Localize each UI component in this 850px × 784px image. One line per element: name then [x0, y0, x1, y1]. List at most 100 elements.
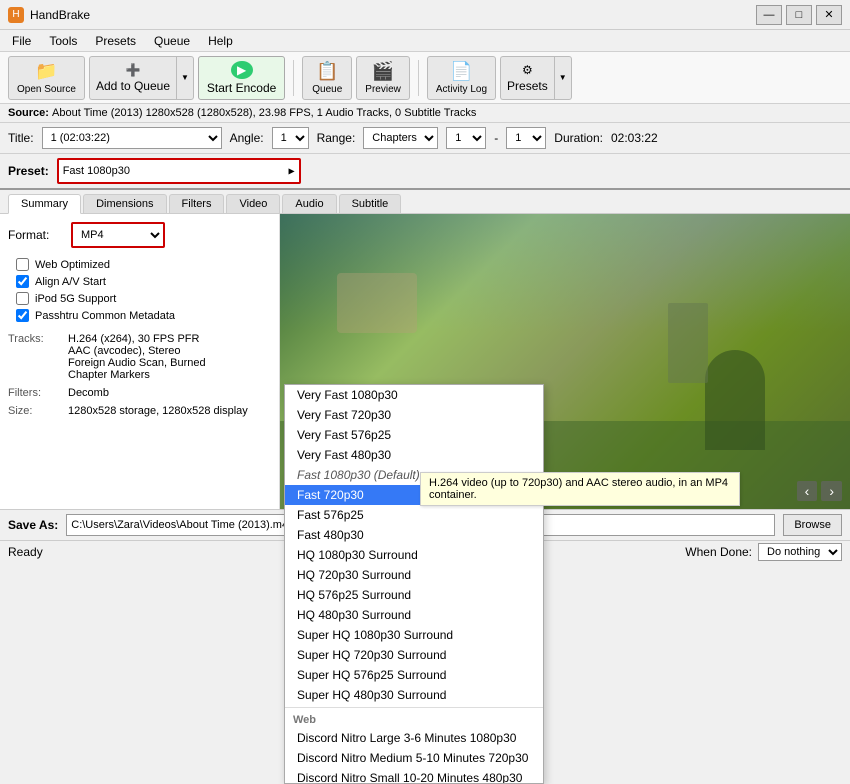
preset-row: Preset: Fast 1080p30 ▶ — [0, 154, 850, 190]
menu-help[interactable]: Help — [200, 32, 241, 50]
tracks-row: Tracks: H.264 (x264), 30 FPS PFR AAC (av… — [8, 332, 271, 382]
ipod-support-row: iPod 5G Support — [8, 290, 271, 307]
toolbar: 📁 Open Source ➕ Add to Queue ▼ ▶ Start E… — [0, 52, 850, 104]
range-label: Range: — [317, 131, 356, 145]
tab-dimensions[interactable]: Dimensions — [83, 194, 166, 213]
preset-item-super-hq-480[interactable]: Super HQ 480p30 Surround — [285, 685, 543, 705]
preset-item-very-fast-1080[interactable]: Very Fast 1080p30 — [285, 385, 543, 405]
source-label: Source: — [8, 107, 52, 119]
menu-presets[interactable]: Presets — [87, 32, 144, 50]
passthrough-meta-checkbox[interactable] — [16, 309, 29, 322]
preset-item-discord-medium[interactable]: Discord Nitro Medium 5-10 Minutes 720p30 — [285, 748, 543, 768]
presets-button[interactable]: ⚙ Presets — [500, 56, 554, 100]
web-optimized-label: Web Optimized — [35, 259, 110, 271]
preview-button[interactable]: 🎬 Preview — [356, 56, 410, 100]
title-select[interactable]: 1 (02:03:22) — [42, 127, 222, 149]
browse-button[interactable]: Browse — [783, 514, 842, 536]
add-to-queue-arrow[interactable]: ▼ — [176, 56, 194, 100]
title-row: Title: 1 (02:03:22) Angle: 1 Range: Chap… — [0, 123, 850, 154]
tab-video[interactable]: Video — [226, 194, 280, 213]
web-optimized-checkbox[interactable] — [16, 258, 29, 271]
close-button[interactable]: ✕ — [816, 5, 842, 25]
preset-item-hq-480[interactable]: HQ 480p30 Surround — [285, 605, 543, 625]
toolbar-divider-1 — [293, 60, 294, 96]
open-source-label: Open Source — [17, 84, 76, 95]
activity-log-button[interactable]: 📄 Activity Log — [427, 56, 496, 100]
menu-queue[interactable]: Queue — [146, 32, 198, 50]
filters-row: Filters: Decomb — [8, 386, 271, 400]
title-label: Title: — [8, 131, 34, 145]
presets-arrow[interactable]: ▼ — [554, 56, 572, 100]
preset-item-hq-576[interactable]: HQ 576p25 Surround — [285, 585, 543, 605]
menu-bar: File Tools Presets Queue Help — [0, 30, 850, 52]
align-av-checkbox[interactable] — [16, 275, 29, 288]
align-av-row: Align A/V Start — [8, 273, 271, 290]
preset-item-discord-small[interactable]: Discord Nitro Small 10-20 Minutes 480p30 — [285, 768, 543, 784]
tooltip-text: H.264 video (up to 720p30) and AAC stere… — [429, 477, 728, 501]
start-encode-button[interactable]: ▶ Start Encode — [198, 56, 285, 100]
preview-next-button[interactable]: › — [821, 481, 842, 501]
preset-item-fast-576[interactable]: Fast 576p25 — [285, 505, 543, 525]
add-to-queue-button[interactable]: ➕ Add to Queue — [89, 56, 176, 100]
range-type-select[interactable]: Chapters — [363, 127, 438, 149]
preset-item-discord-large[interactable]: Discord Nitro Large 3-6 Minutes 1080p30 — [285, 728, 543, 748]
start-encode-label: Start Encode — [207, 81, 276, 95]
format-label: Format: — [8, 228, 63, 242]
open-source-button[interactable]: 📁 Open Source — [8, 56, 85, 100]
start-encode-icon: ▶ — [231, 61, 253, 79]
size-value: 1280x528 storage, 1280x528 display — [68, 405, 248, 417]
tracks-line-2: AAC (avcodec), Stereo — [68, 345, 206, 357]
preset-select[interactable]: Fast 1080p30 — [59, 160, 299, 182]
preset-dropdown: Very Fast 1080p30 Very Fast 720p30 Very … — [284, 384, 544, 784]
tab-audio[interactable]: Audio — [282, 194, 336, 213]
preset-item-super-hq-720[interactable]: Super HQ 720p30 Surround — [285, 645, 543, 665]
queue-button[interactable]: 📋 Queue — [302, 56, 352, 100]
preset-item-very-fast-720[interactable]: Very Fast 720p30 — [285, 405, 543, 425]
when-done-section: When Done: Do nothing — [685, 543, 842, 561]
menu-file[interactable]: File — [4, 32, 39, 50]
source-bar: Source: About Time (2013) 1280x528 (1280… — [0, 104, 850, 123]
chapter-from-select[interactable]: 1 — [446, 127, 486, 149]
format-select[interactable]: MP4 MKV — [73, 224, 163, 246]
preview-prev-button[interactable]: ‹ — [797, 481, 818, 501]
preset-item-very-fast-576[interactable]: Very Fast 576p25 — [285, 425, 543, 445]
queue-icon: 📋 — [316, 61, 338, 82]
tab-filters[interactable]: Filters — [169, 194, 225, 213]
add-to-queue-label: Add to Queue — [96, 79, 170, 93]
size-row: Size: 1280x528 storage, 1280x528 display — [8, 404, 271, 418]
maximize-button[interactable]: □ — [786, 5, 812, 25]
preset-item-super-hq-1080[interactable]: Super HQ 1080p30 Surround — [285, 625, 543, 645]
preset-label: Preset: — [8, 164, 49, 178]
presets-group: ⚙ Presets ▼ — [500, 56, 572, 100]
source-value: About Time (2013) 1280x528 (1280x528), 2… — [52, 107, 476, 119]
tabs-row: Summary Dimensions Filters Video Audio S… — [0, 190, 850, 214]
preset-item-very-fast-480[interactable]: Very Fast 480p30 — [285, 445, 543, 465]
activity-log-icon: 📄 — [450, 61, 472, 82]
minimize-button[interactable]: — — [756, 5, 782, 25]
tab-subtitle[interactable]: Subtitle — [339, 194, 402, 213]
preset-item-super-hq-576[interactable]: Super HQ 576p25 Surround — [285, 665, 543, 685]
app-icon: H — [8, 7, 24, 23]
angle-label: Angle: — [230, 131, 264, 145]
save-as-label: Save As: — [8, 518, 58, 532]
preset-item-hq-720[interactable]: HQ 720p30 Surround — [285, 565, 543, 585]
angle-select[interactable]: 1 — [272, 127, 309, 149]
align-av-label: Align A/V Start — [35, 276, 106, 288]
preset-item-fast-480[interactable]: Fast 480p30 — [285, 525, 543, 545]
tracks-line-1: H.264 (x264), 30 FPS PFR — [68, 333, 206, 345]
preview-navigation: ‹ › — [797, 481, 842, 501]
preset-item-hq-1080[interactable]: HQ 1080p30 Surround — [285, 545, 543, 565]
when-done-select[interactable]: Do nothing — [758, 543, 842, 561]
tracks-line-4: Chapter Markers — [68, 369, 206, 381]
web-optimized-row: Web Optimized — [8, 256, 271, 273]
duration-label: Duration: — [554, 131, 603, 145]
activity-log-label: Activity Log — [436, 84, 487, 95]
chapter-to-select[interactable]: 1 — [506, 127, 546, 149]
ipod-support-label: iPod 5G Support — [35, 293, 116, 305]
tab-summary[interactable]: Summary — [8, 194, 81, 214]
format-row: Format: MP4 MKV — [8, 222, 271, 248]
menu-tools[interactable]: Tools — [41, 32, 85, 50]
tracks-line-3: Foreign Audio Scan, Burned — [68, 357, 206, 369]
dropdown-separator — [285, 707, 543, 708]
ipod-support-checkbox[interactable] — [16, 292, 29, 305]
